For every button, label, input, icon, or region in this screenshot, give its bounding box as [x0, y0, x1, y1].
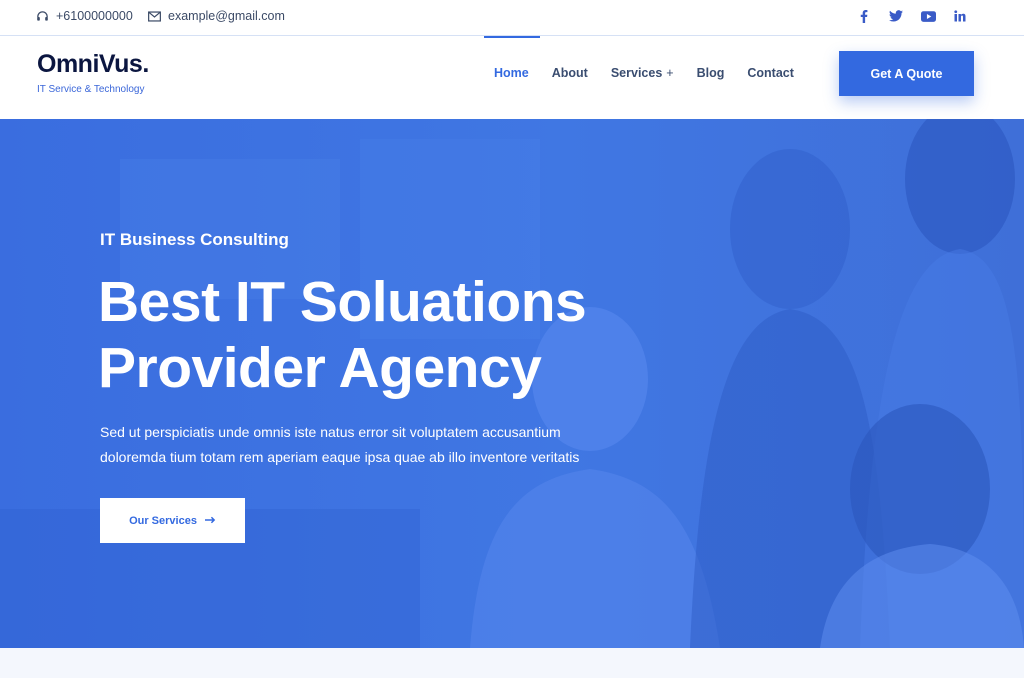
get-a-quote-button[interactable]: Get A Quote [839, 51, 974, 96]
hero-subtitle: IT Business Consulting [100, 230, 289, 249]
logo-tagline: IT Service & Technology [37, 84, 145, 95]
nav-label: Contact [747, 66, 794, 80]
nav-item-services[interactable]: Services + [611, 36, 674, 110]
nav-label: Services [610, 66, 663, 80]
phone-number: +6100000000 [56, 9, 133, 23]
social-links [856, 8, 968, 24]
hero-description-line: Sed ut perspiciatis unde omnis iste natu… [100, 424, 561, 440]
logo[interactable]: OmniVus. IT Service & Technology [37, 50, 149, 95]
nav-label: Home [494, 66, 529, 80]
plus-icon: + [666, 66, 674, 80]
nav-item-contact[interactable]: Contact [747, 36, 794, 110]
nav-item-about[interactable]: About [552, 36, 588, 110]
hero-section: IT Business Consulting Best IT Soluation… [0, 119, 1024, 648]
linkedin-icon[interactable] [952, 8, 968, 24]
nav-label: About [551, 66, 588, 80]
nav-item-blog[interactable]: Blog [697, 36, 725, 110]
twitter-icon[interactable] [888, 8, 904, 24]
email-address: example@gmail.com [168, 9, 285, 23]
arrow-right-icon [204, 515, 216, 527]
envelope-icon [148, 10, 161, 22]
hero-title: Best IT Soluations Provider Agency [98, 269, 587, 401]
next-section-strip [0, 648, 1024, 678]
main-nav: Home About Services + Blog Contact [484, 36, 817, 110]
logo-name: OmniVus. [37, 50, 149, 78]
email-contact[interactable]: example@gmail.com [148, 9, 285, 23]
hero-description-line: doloremda tium totam rem aperiam eaque i… [100, 449, 580, 465]
nav-label: Blog [696, 66, 725, 80]
headset-icon [36, 10, 49, 23]
nav-item-home[interactable]: Home [484, 36, 540, 110]
our-services-button[interactable]: Our Services [100, 498, 245, 543]
top-bar: +6100000000 example@gmail.com [0, 0, 1024, 36]
button-label: Our Services [129, 514, 197, 527]
hero-title-line: Provider Agency [98, 336, 542, 400]
hero-description: Sed ut perspiciatis unde omnis iste natu… [100, 420, 579, 470]
youtube-icon[interactable] [920, 8, 936, 24]
hero-title-line: Best IT Soluations [98, 270, 587, 334]
site-header: OmniVus. IT Service & Technology Home Ab… [0, 36, 1024, 119]
phone-contact[interactable]: +6100000000 [36, 9, 133, 23]
facebook-icon[interactable] [856, 8, 872, 24]
